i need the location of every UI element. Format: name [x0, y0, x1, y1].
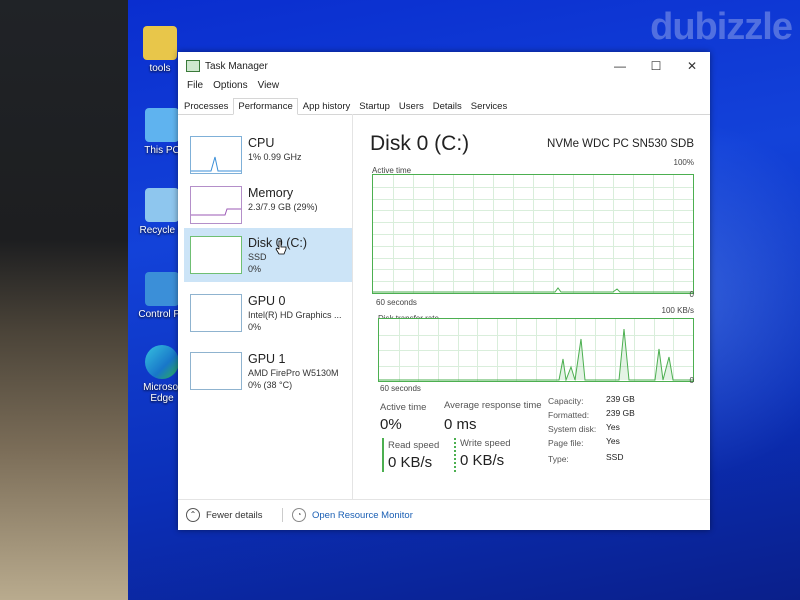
- fewer-details-button[interactable]: ⌃ Fewer details: [186, 508, 263, 522]
- transfer-rate-graph-min: 0: [689, 376, 694, 385]
- page-file-value: Yes: [606, 436, 620, 446]
- active-time-value: 0%: [380, 416, 402, 433]
- menu-options[interactable]: Options: [208, 80, 252, 96]
- formatted-value: 239 GB: [606, 408, 635, 418]
- sidebar-item-detail: 2.3/7.9 GB (29%): [248, 202, 318, 212]
- open-resource-monitor-label: Open Resource Monitor: [312, 509, 413, 521]
- system-disk-value: Yes: [606, 422, 620, 432]
- formatted-label: Formatted:: [548, 410, 590, 420]
- sidebar-item-usage: 0%: [248, 264, 262, 274]
- footer-divider: [282, 508, 283, 522]
- type-value: SSD: [606, 452, 624, 462]
- control-panel-icon: [145, 272, 179, 306]
- background-left: [0, 0, 128, 600]
- folder-icon: [143, 26, 177, 60]
- footer-bar: ⌃ Fewer details ◔ Open Resource Monitor: [178, 499, 710, 530]
- gpu1-thumbnail-graph: [190, 352, 242, 390]
- menu-bar: File Options View: [178, 80, 710, 96]
- active-time-graph-min: 0: [689, 290, 694, 299]
- transfer-rate-graph-max: 100 KB/s: [661, 306, 694, 315]
- task-manager-window: Task Manager — ☐ ✕ File Options View Pro…: [178, 52, 710, 530]
- maximize-button[interactable]: ☐: [638, 59, 674, 73]
- menu-file[interactable]: File: [182, 80, 208, 96]
- sidebar-item-usage: 0%: [248, 322, 262, 332]
- sidebar-item-title: Memory: [248, 186, 294, 200]
- active-time-graph-duration: 60 seconds: [376, 298, 417, 307]
- disk-thumbnail-graph: [190, 236, 242, 274]
- sidebar-item-title: CPU: [248, 136, 275, 150]
- chevron-up-icon: ⌃: [186, 508, 200, 522]
- disk-title: Disk 0 (C:): [370, 132, 470, 155]
- capacity-value: 239 GB: [606, 394, 635, 404]
- transfer-rate-graph-duration: 60 seconds: [380, 384, 421, 393]
- recycle-bin-icon: [145, 188, 179, 222]
- sidebar-item-usage: 0% (38 °C): [248, 380, 293, 390]
- close-button[interactable]: ✕: [674, 59, 710, 73]
- type-label: Type:: [548, 454, 569, 464]
- tab-performance[interactable]: Performance: [233, 98, 298, 115]
- read-speed-value: 0 KB/s: [388, 454, 433, 471]
- tab-users[interactable]: Users: [395, 99, 428, 114]
- window-title: Task Manager: [205, 60, 268, 72]
- tab-bar: Processes Performance App history Startu…: [178, 96, 710, 115]
- edge-icon: [145, 345, 179, 379]
- sidebar-item-cpu[interactable]: CPU 1% 0.99 GHz: [184, 132, 352, 178]
- tab-services[interactable]: Services: [467, 99, 511, 114]
- menu-view[interactable]: View: [253, 80, 285, 96]
- active-time-graph: [372, 174, 694, 294]
- transfer-rate-graph-svg: [379, 319, 693, 381]
- active-time-label: Active time: [380, 402, 427, 413]
- capacity-label: Capacity:: [548, 396, 584, 406]
- tab-app-history[interactable]: App history: [299, 99, 355, 114]
- performance-sidebar: CPU 1% 0.99 GHz Memory 2.3/7.9 GB (29%) …: [178, 114, 353, 500]
- sidebar-item-title: GPU 1: [248, 352, 286, 366]
- write-speed-indicator: [454, 438, 456, 472]
- read-speed-indicator: [382, 438, 384, 472]
- sidebar-item-gpu0[interactable]: GPU 0 Intel(R) HD Graphics ... 0%: [184, 288, 352, 340]
- system-disk-label: System disk:: [548, 424, 597, 434]
- disk-model: NVMe WDC PC SN530 SDB: [547, 138, 694, 150]
- tab-startup[interactable]: Startup: [355, 99, 394, 114]
- tab-details[interactable]: Details: [429, 99, 466, 114]
- sidebar-item-memory[interactable]: Memory 2.3/7.9 GB (29%): [184, 182, 352, 228]
- fewer-details-label: Fewer details: [206, 509, 263, 521]
- memory-thumbnail-graph: [190, 186, 242, 224]
- sidebar-item-disk[interactable]: Disk 0 (C:) SSD 0%: [184, 228, 352, 282]
- sidebar-item-gpu1[interactable]: GPU 1 AMD FirePro W5130M 0% (38 °C): [184, 346, 352, 398]
- avg-response-value: 0 ms: [444, 416, 477, 433]
- sidebar-item-detail: 1% 0.99 GHz: [248, 152, 302, 162]
- transfer-rate-graph: [378, 318, 694, 382]
- write-speed-value: 0 KB/s: [460, 452, 505, 469]
- watermark: dubizzle: [650, 6, 793, 48]
- page-file-label: Page file:: [548, 438, 584, 448]
- sidebar-item-detail: Intel(R) HD Graphics ...: [248, 310, 342, 320]
- sidebar-item-detail: SSD: [248, 252, 267, 262]
- active-time-graph-svg: [373, 175, 693, 293]
- read-speed-label: Read speed: [388, 440, 440, 451]
- open-resource-monitor-link[interactable]: ◔ Open Resource Monitor: [292, 508, 413, 522]
- mouse-pointer-icon: [275, 240, 287, 255]
- sidebar-item-title: GPU 0: [248, 294, 286, 308]
- cpu-thumbnail-graph: [190, 136, 242, 174]
- avg-response-label: Average response time: [444, 400, 542, 411]
- tab-processes[interactable]: Processes: [180, 99, 232, 114]
- title-bar: Task Manager — ☐ ✕: [178, 52, 710, 80]
- gpu0-thumbnail-graph: [190, 294, 242, 332]
- active-time-graph-max: 100%: [673, 158, 694, 167]
- computer-icon: [145, 108, 179, 142]
- minimize-button[interactable]: —: [602, 59, 638, 73]
- sidebar-item-detail: AMD FirePro W5130M: [248, 368, 339, 378]
- disk-detail-panel: Disk 0 (C:) NVMe WDC PC SN530 SDB Active…: [366, 114, 710, 500]
- task-manager-icon: [186, 60, 200, 72]
- write-speed-label: Write speed: [460, 438, 511, 449]
- resource-monitor-icon: ◔: [292, 508, 306, 522]
